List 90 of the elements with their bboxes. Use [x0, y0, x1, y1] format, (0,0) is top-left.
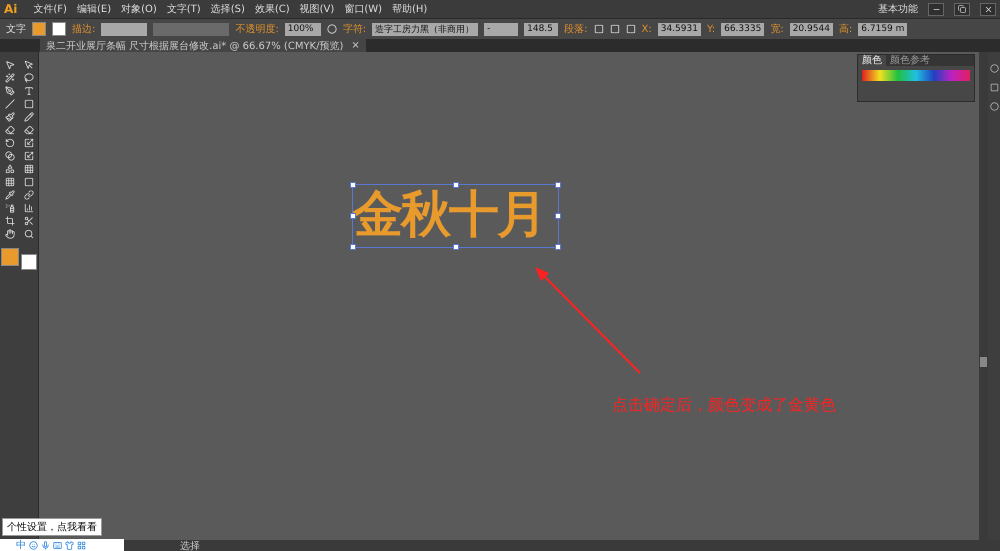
- smiley-icon[interactable]: [29, 540, 38, 550]
- mode-label: 文字: [6, 22, 26, 36]
- coordinate-label: 宽:: [770, 22, 784, 36]
- menu-item[interactable]: 帮助(H): [392, 2, 428, 16]
- direct-selection-icon[interactable]: [24, 60, 34, 70]
- selection-handle[interactable]: [452, 244, 458, 250]
- opacity-label: 不透明度:: [235, 22, 279, 36]
- type-icon[interactable]: [24, 86, 34, 96]
- lasso-icon[interactable]: [24, 73, 34, 83]
- stroke-color-swatch[interactable]: [20, 254, 36, 270]
- coordinate-field[interactable]: 6.7159 m: [858, 22, 908, 36]
- free-transform-icon[interactable]: [24, 151, 34, 161]
- scale-icon[interactable]: [24, 138, 34, 148]
- brush-field[interactable]: [153, 22, 230, 36]
- pen-icon[interactable]: [4, 86, 14, 96]
- line-icon[interactable]: [4, 99, 14, 109]
- eraser-icon[interactable]: [4, 125, 14, 135]
- selection-handle[interactable]: [350, 182, 356, 188]
- selection-handle[interactable]: [555, 244, 561, 250]
- eyedropper-icon[interactable]: [4, 190, 14, 200]
- app-logo: Ai: [4, 2, 18, 16]
- stroke-weight-field[interactable]: [101, 22, 148, 36]
- mesh-icon[interactable]: [4, 177, 14, 187]
- font-field[interactable]: 造字工房力黑（非商用）: [372, 22, 478, 36]
- perspective-grid-icon[interactable]: [24, 164, 34, 174]
- hand-icon[interactable]: [4, 229, 14, 239]
- opacity-field[interactable]: 100%: [284, 22, 321, 36]
- menu-item[interactable]: 对象(O): [121, 2, 157, 16]
- selection-handle[interactable]: [555, 213, 561, 219]
- recolor-icon[interactable]: [326, 24, 337, 34]
- ime-tooltip: 个性设置，点我看看: [2, 518, 102, 536]
- close-button[interactable]: [980, 2, 996, 16]
- zoom-icon[interactable]: [24, 229, 34, 239]
- annotation-text: 点击确定后，颜色变成了金黄色: [612, 395, 836, 416]
- microphone-icon[interactable]: [41, 540, 50, 550]
- coordinate-label: X:: [642, 24, 652, 34]
- selection-handle[interactable]: [350, 244, 356, 250]
- slice-icon[interactable]: [24, 216, 34, 226]
- graph-icon[interactable]: [24, 203, 34, 213]
- coordinate-field[interactable]: 34.5931: [658, 22, 701, 36]
- pencil-icon[interactable]: [24, 112, 34, 122]
- coordinate-label: 高:: [838, 22, 852, 36]
- workspace-switcher[interactable]: 基本功能: [878, 2, 918, 16]
- color-spectrum[interactable]: [862, 70, 970, 81]
- menu-item[interactable]: 编辑(E): [76, 2, 112, 16]
- keyboard-icon[interactable]: [53, 540, 62, 550]
- document-title: 泉二开业展厅条幅 尺寸根据展台修改.ai* @ 66.67% (CMYK/预览): [46, 40, 344, 52]
- ime-mode-label: 中: [16, 538, 26, 551]
- vertical-scrollbar[interactable]: [979, 52, 988, 540]
- menu-item[interactable]: 效果(C): [254, 2, 290, 16]
- stroke-swatch[interactable]: [52, 22, 66, 36]
- shape-builder-icon[interactable]: [4, 164, 14, 174]
- menu-item[interactable]: 视图(V): [300, 2, 334, 16]
- coordinate-field[interactable]: 20.9544: [790, 22, 833, 36]
- restore-button[interactable]: [954, 2, 970, 16]
- magic-wand-icon[interactable]: [4, 73, 14, 83]
- menu-item[interactable]: 文件(F): [33, 2, 67, 16]
- document-tab[interactable]: 泉二开业展厅条幅 尺寸根据展台修改.ai* @ 66.67% (CMYK/预览) ×: [40, 39, 366, 52]
- artboard-icon[interactable]: [4, 216, 14, 226]
- eraser-icon[interactable]: [24, 125, 34, 135]
- paintbrush-icon[interactable]: [4, 112, 14, 122]
- shirt-icon[interactable]: [65, 540, 74, 550]
- panel-tab[interactable]: 颜色: [858, 55, 886, 66]
- tab-close-button[interactable]: ×: [351, 40, 360, 51]
- rectangle-icon[interactable]: [24, 99, 34, 109]
- blend-icon[interactable]: [24, 190, 34, 200]
- character-label: 字符:: [342, 22, 366, 36]
- coordinate-label: Y:: [706, 24, 716, 34]
- menu-item[interactable]: 窗口(W): [344, 2, 382, 16]
- paragraph-label: 段落:: [564, 22, 588, 36]
- rotate-icon[interactable]: [4, 138, 14, 148]
- restore-icon: [958, 5, 966, 13]
- menu-item[interactable]: 选择(S): [210, 2, 245, 16]
- status-tool-label: 选择: [180, 540, 200, 551]
- fill-swatch[interactable]: [32, 22, 46, 36]
- selection-handle[interactable]: [452, 182, 458, 188]
- menu-item[interactable]: 文字(T): [166, 2, 201, 16]
- stroke-label: 描边:: [72, 22, 96, 36]
- close-icon: [984, 4, 992, 14]
- selection-handle[interactable]: [555, 182, 561, 188]
- warp-icon[interactable]: [4, 151, 14, 161]
- grid-icon[interactable]: [77, 540, 86, 550]
- coordinate-field[interactable]: 66.3335: [721, 22, 764, 36]
- panel-tab[interactable]: 颜色参考: [886, 55, 934, 66]
- headline-text: 金秋十月: [353, 185, 546, 243]
- font-size-field[interactable]: 148.5: [524, 22, 558, 36]
- minimize-button[interactable]: [928, 2, 944, 16]
- font-style-field[interactable]: -: [484, 22, 518, 36]
- fill-color-swatch[interactable]: [0, 248, 18, 266]
- selection-arrow-icon[interactable]: [4, 60, 14, 70]
